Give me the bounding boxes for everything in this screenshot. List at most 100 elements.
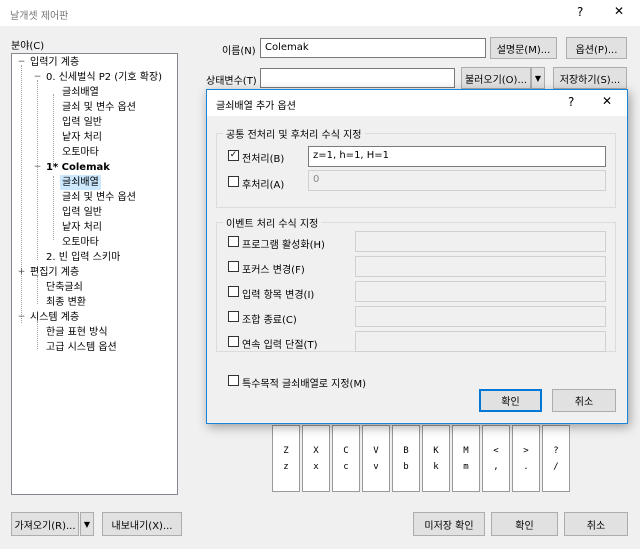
collapse-icon[interactable]: − [33,163,42,172]
state-field[interactable] [260,68,455,88]
event-formula-field[interactable] [355,231,606,252]
key-v[interactable]: Vv [362,425,390,492]
key-period[interactable]: >. [512,425,540,492]
collapse-icon[interactable]: − [17,58,26,67]
key-lower: / [553,461,559,472]
tree-item-schema-2[interactable]: 2. 빈 입력 스키마 [46,250,120,265]
expand-icon[interactable]: + [17,268,26,277]
key-slash[interactable]: ? / [542,425,570,492]
load-button[interactable]: 불러오기(O)... [461,67,531,89]
tree-item-layout-selected[interactable]: 글쇠배열 [60,175,101,190]
unsaved-check-button[interactable]: 미저장 확인 [413,512,485,536]
tree-item-layout[interactable]: 글쇠배열 [62,85,99,100]
key-lower: k [433,461,439,472]
key-m[interactable]: Mm [452,425,480,492]
key-lower: x [313,461,319,472]
dialog-ok-button[interactable]: 확인 [479,389,542,412]
collapse-icon[interactable]: − [17,313,26,322]
event-checkbox[interactable] [228,311,239,322]
load-dropdown-icon[interactable]: ▼ [531,67,545,89]
layout-options-dialog: 글쇠배열 추가 옵션 ? ✕ 공통 전처리 및 후처리 수식 지정 ✓ 전처리(… [206,89,628,424]
name-label: 이름(N) [222,46,256,57]
tree-item-hangul-display[interactable]: 한글 표현 방식 [46,325,108,340]
tree-line [53,176,54,240]
post-label: 후처리(A) [242,180,285,191]
key-upper: B [403,445,409,456]
event-formula-field[interactable] [355,331,606,352]
event-checkbox[interactable] [228,236,239,247]
key-upper: C [343,445,349,456]
key-upper: M [463,445,469,456]
options-button[interactable]: 옵션(P)... [566,37,627,59]
cancel-button[interactable]: 취소 [564,512,628,536]
key-lower: c [343,461,349,472]
key-lower: z [283,461,289,472]
tree-item-system-layer[interactable]: 시스템 계층 [30,310,79,325]
tree-item-key-options[interactable]: 글쇠 및 변수 옵션 [62,100,136,115]
tree-item-input-layer[interactable]: 입력기 계층 [30,55,79,70]
key-upper: ? [553,445,559,456]
event-label: 포커스 변경(F) [242,265,305,276]
event-label: 입력 항목 변경(I) [242,290,315,301]
key-upper: Z [283,445,289,456]
event-formula-field[interactable] [355,281,606,302]
tree-item-shortcuts[interactable]: 단축글쇠 [46,280,83,295]
description-button[interactable]: 설명문(M)... [490,37,557,59]
tree-item-input-general[interactable]: 입력 일반 [62,205,102,220]
event-checkbox[interactable] [228,286,239,297]
category-tree[interactable]: − 입력기 계층 − 0. 신세벌식 P2 (기호 확장) 글쇠배열 글쇠 및 … [11,53,178,495]
tree-item-automata[interactable]: 오토마타 [62,235,99,250]
pre-checkbox[interactable]: ✓ [228,150,239,161]
collapse-icon[interactable]: − [33,73,42,82]
close-icon[interactable]: ✕ [602,94,612,108]
key-c[interactable]: Cc [332,425,360,492]
event-label: 조합 종료(C) [242,315,297,326]
group-title: 공통 전처리 및 후처리 수식 지정 [223,126,365,141]
tree-item-input-general[interactable]: 입력 일반 [62,115,102,130]
close-icon[interactable]: ✕ [614,4,624,18]
state-label: 상태변수(T) [206,76,257,87]
tree-item-jamo[interactable]: 낱자 처리 [62,220,102,235]
tree-line [37,276,38,304]
import-button[interactable]: 가져오기(R)... [11,512,79,536]
tree-item-advanced-system[interactable]: 고급 시스템 옵션 [46,340,117,355]
event-formula-field[interactable] [355,306,606,327]
tree-item-schema-0[interactable]: 0. 신세벌식 P2 (기호 확장) [46,70,162,85]
key-lower: v [373,461,379,472]
dialog-cancel-button[interactable]: 취소 [552,389,616,412]
help-icon[interactable]: ? [568,95,574,109]
post-checkbox[interactable] [228,176,239,187]
tree-item-key-options[interactable]: 글쇠 및 변수 옵션 [62,190,136,205]
tree-item-editor-layer[interactable]: 편집기 계층 [30,265,79,280]
key-lower: b [403,461,409,472]
window-title: 날개셋 제어판 [10,11,69,22]
save-button[interactable]: 저장하기(S)... [553,67,627,89]
key-k[interactable]: Kk [422,425,450,492]
key-lower: , [493,461,499,472]
ok-button[interactable]: 확인 [491,512,558,536]
tree-item-automata[interactable]: 오토마타 [62,145,99,160]
import-dropdown-icon[interactable]: ▼ [80,512,94,536]
help-icon[interactable]: ? [577,5,583,19]
key-x[interactable]: Xx [302,425,330,492]
key-lower: m [463,461,469,472]
tree-item-jamo[interactable]: 낱자 처리 [62,130,102,145]
group-title: 이벤트 처리 수식 지정 [223,215,322,230]
post-formula-field[interactable]: 0 [308,170,606,191]
tree-item-final-conversion[interactable]: 최종 변환 [46,295,86,310]
event-checkbox[interactable] [228,336,239,347]
event-checkbox[interactable] [228,261,239,272]
event-formula-field[interactable] [355,256,606,277]
special-checkbox[interactable] [228,375,239,386]
key-z[interactable]: Zz [272,425,300,492]
key-upper: < [493,445,499,456]
tree-line [37,321,38,349]
tree-item-schema-1[interactable]: 1* Colemak [46,160,110,175]
key-upper: X [313,445,319,456]
key-b[interactable]: Bb [392,425,420,492]
key-upper: > [523,445,529,456]
pre-formula-field[interactable]: z=1, h=1, H=1 [308,146,606,167]
name-field[interactable]: Colemak [260,38,486,58]
export-button[interactable]: 내보내기(X)... [102,512,182,536]
key-comma[interactable]: <, [482,425,510,492]
